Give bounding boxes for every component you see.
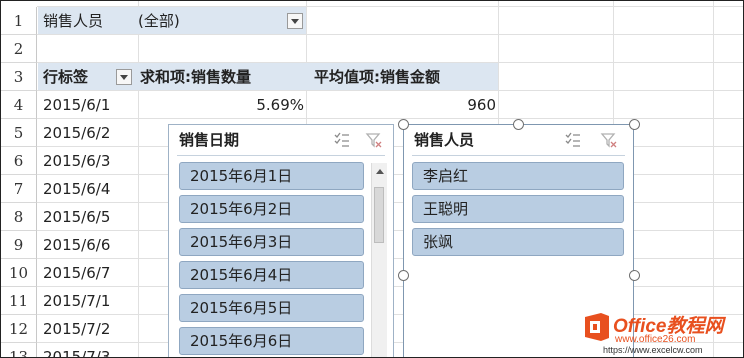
avg-amount-cell[interactable]: 960 (467, 91, 496, 119)
row-number[interactable]: 9 (1, 231, 37, 259)
resize-handle[interactable] (513, 119, 524, 130)
scroll-up-icon[interactable] (376, 169, 384, 174)
row-label-dropdown-button[interactable] (116, 69, 132, 85)
row-label-cell[interactable]: 2015/7/1 (43, 287, 110, 315)
grid-line (713, 1, 714, 357)
row-label-cell[interactable]: 2015/6/5 (43, 203, 110, 231)
resize-handle[interactable] (398, 270, 409, 281)
slicer-item-person[interactable]: 王聪明 (412, 195, 624, 223)
row-number[interactable]: 8 (1, 203, 37, 231)
multi-select-icon[interactable] (333, 131, 351, 149)
row-label-cell[interactable]: 2015/7/3 (43, 343, 110, 357)
slicer-sales-date[interactable]: 销售日期 2015年6月1日 2015年6月2日 2015年6月3日 2015年6月4… (168, 124, 394, 357)
row-label-cell[interactable]: 2015/6/2 (43, 119, 110, 147)
row-label-header: 行标签 (43, 68, 89, 86)
slicer-item-date[interactable]: 2015年6月6日 (179, 327, 364, 355)
row-number[interactable]: 1 (1, 7, 37, 35)
slicer-item-date[interactable]: 2015年6月3日 (179, 228, 364, 256)
resize-handle[interactable] (398, 119, 409, 130)
filter-label: 销售人员 (43, 12, 104, 30)
row-number[interactable]: 11 (1, 287, 37, 315)
sum-qty-cell[interactable]: 5.69% (256, 91, 304, 119)
clear-filter-icon[interactable] (365, 131, 383, 149)
slicer-item-date[interactable]: 2015年6月5日 (179, 294, 364, 322)
slicer-title: 销售日期 (179, 131, 240, 149)
slicer-scrollbar[interactable] (371, 163, 387, 357)
multi-select-icon[interactable] (564, 131, 582, 149)
resize-handle[interactable] (629, 119, 640, 130)
slicer-separator (412, 155, 625, 156)
row-number[interactable]: 12 (1, 315, 37, 343)
chevron-down-icon (120, 74, 128, 80)
resize-handle[interactable] (629, 270, 640, 281)
row-label-cell[interactable]: 2015/6/7 (43, 259, 110, 287)
sum-qty-header: 求和项:销售数量 (140, 68, 251, 86)
row-number[interactable]: 3 (1, 63, 37, 91)
grid-line (138, 1, 139, 357)
row-number[interactable]: 13 (1, 343, 37, 357)
watermark-url: www.office26.com (615, 334, 696, 345)
row-number[interactable]: 7 (1, 175, 37, 203)
row-number[interactable]: 2 (1, 35, 37, 63)
watermark-url-2: https://www.excelcw.com (603, 345, 703, 355)
row-number[interactable]: 4 (1, 91, 37, 119)
slicer-item-date[interactable]: 2015年6月2日 (179, 195, 364, 223)
scroll-thumb[interactable] (374, 187, 384, 243)
watermark-logo: Office教程网 www.office26.com https://www.e… (573, 309, 743, 357)
row-number[interactable]: 5 (1, 119, 37, 147)
row-number[interactable]: 6 (1, 147, 37, 175)
row-label-cell[interactable]: 2015/7/2 (43, 315, 110, 343)
office-logo-icon (585, 313, 609, 341)
row-label-cell[interactable]: 2015/6/1 (43, 91, 110, 119)
slicer-item-person[interactable]: 李启红 (412, 162, 624, 190)
slicer-item-date[interactable]: 2015年6月4日 (179, 261, 364, 289)
chevron-down-icon (291, 18, 299, 24)
slicer-item-date[interactable]: 2015年6月1日 (179, 162, 364, 190)
avg-amount-header: 平均值项:销售金额 (314, 68, 440, 86)
slicer-title: 销售人员 (414, 131, 475, 149)
clear-filter-icon[interactable] (600, 131, 618, 149)
slicer-separator (177, 155, 385, 156)
row-label-cell[interactable]: 2015/6/3 (43, 147, 110, 175)
spreadsheet-frame: 1 2 3 4 5 6 7 8 9 10 11 12 13 销售人员 (全部) 行标签 求和项:销售数量… (0, 0, 744, 358)
filter-value: (全部) (138, 12, 180, 30)
row-label-cell[interactable]: 2015/6/4 (43, 175, 110, 203)
row-number[interactable]: 10 (1, 259, 37, 287)
filter-dropdown-button[interactable] (287, 13, 303, 29)
row-label-cell[interactable]: 2015/6/6 (43, 231, 110, 259)
slicer-item-person[interactable]: 张飒 (412, 228, 624, 256)
